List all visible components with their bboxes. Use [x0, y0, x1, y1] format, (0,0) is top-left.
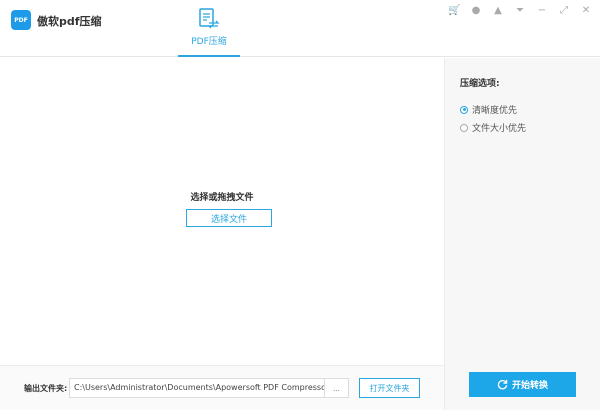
app-title: 傲软pdf压缩: [37, 15, 102, 28]
start-label: 开始转换: [511, 381, 548, 391]
radio-unselected[interactable]: [460, 123, 468, 132]
drop-text: 选择或拖拽文件: [190, 193, 254, 203]
tab-label: PDF压缩: [191, 37, 227, 47]
radio-selected[interactable]: [460, 105, 468, 114]
options-title: 压缩选项:: [460, 79, 500, 89]
document-convert-icon: [199, 8, 220, 29]
drop-area[interactable]: 选择或拖拽文件 选择文件: [0, 58, 444, 365]
option-label: 文件大小优先: [472, 124, 527, 134]
refresh-icon: [497, 379, 508, 390]
window-controls: 🛒 ● ▲ ⏷ − ⤢ ✕: [448, 5, 592, 16]
options-panel: 压缩选项: 清晰度优先 文件大小优先: [444, 58, 600, 410]
option-clarity[interactable]: 清晰度优先: [460, 103, 517, 116]
bell-icon[interactable]: ▲: [492, 5, 504, 16]
menu-icon[interactable]: ⏷: [514, 5, 526, 16]
header: PDF 傲软pdf压缩 PDF压缩 🛒 ● ▲ ⏷ − ⤢ ✕: [0, 0, 600, 57]
app-logo: PDF: [11, 10, 31, 30]
select-file-button[interactable]: 选择文件: [186, 209, 272, 227]
tab-underline: [178, 55, 240, 57]
browse-button[interactable]: ...: [325, 378, 349, 398]
close-icon[interactable]: ✕: [580, 5, 592, 16]
user-icon[interactable]: ●: [470, 5, 482, 16]
option-size[interactable]: 文件大小优先: [460, 121, 526, 134]
cart-icon[interactable]: 🛒: [448, 5, 460, 16]
open-folder-button[interactable]: 打开文件夹: [359, 378, 420, 398]
output-label: 输出文件夹:: [24, 384, 68, 393]
start-convert-button[interactable]: 开始转换: [469, 372, 576, 397]
minimize-icon[interactable]: −: [536, 5, 548, 16]
output-path-input[interactable]: C:\Users\Administrator\Documents\Apowers…: [69, 378, 325, 398]
tab-pdf-compress[interactable]: PDF压缩: [178, 8, 240, 57]
option-label: 清晰度优先: [472, 106, 518, 116]
output-bar: 输出文件夹: C:\Users\Administrator\Documents\…: [0, 365, 444, 410]
maximize-icon[interactable]: ⤢: [558, 5, 570, 16]
